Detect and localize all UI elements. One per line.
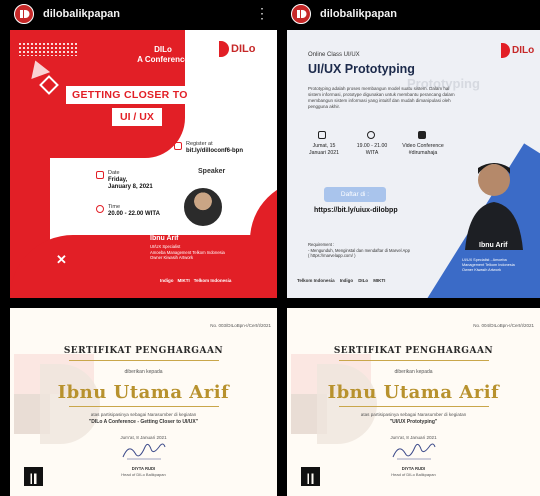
given-to-label: diberikan kepada — [394, 369, 433, 375]
video-camera-icon — [418, 131, 426, 139]
recipient-name: Ibnu Utama Arif — [57, 382, 230, 403]
post-dilo-conference[interactable]: DILo DILo A Conference GETTING CLOSER TO… — [10, 30, 277, 298]
requirements: Requirement : - Mengunduh, Menginstal da… — [308, 242, 410, 259]
date-value: Jumat, 15 Januari 2021 — [309, 143, 339, 156]
speaker-photo — [182, 186, 224, 228]
sponsor-indigo: Indigo — [339, 278, 354, 283]
avatar[interactable] — [291, 4, 311, 24]
register-link[interactable]: https://bit.ly/uiux-dilobpp — [314, 207, 398, 214]
dilo-logo-icon — [297, 10, 307, 18]
signer-name: DIYTA RUDI — [401, 466, 426, 471]
time-info: Time 20.00 - 22.00 WITA — [108, 204, 160, 218]
divider — [338, 406, 489, 407]
register-info: Register at bit.ly/dilloconf6-bpn — [186, 141, 243, 155]
signature — [392, 443, 435, 460]
speaker-name: Ibnu Arif — [150, 235, 179, 242]
certificate-date: Jum'at, 8 Januari 2021 — [120, 435, 167, 440]
event-name: "DILo A Conference - Getting Closer to U… — [88, 419, 199, 425]
online-class-label: Online Class UI/UX — [308, 52, 360, 58]
role-text: atas partisipasinya sebagai Narasumber d… — [360, 412, 467, 417]
speaker-name: Ibnu Arif — [479, 242, 508, 249]
time-value: 19.00 - 21.00 WITA — [356, 143, 388, 156]
divider — [68, 406, 219, 407]
certificate-number: No. 003/DILoBpn-I/Cert/I/2021 — [210, 323, 271, 328]
time-label: Time — [108, 204, 121, 210]
register-label: Register at — [186, 141, 213, 147]
dot-pattern — [18, 42, 78, 56]
dilo-logo: DILo — [501, 40, 540, 60]
red-shape — [250, 180, 277, 298]
divider — [338, 360, 489, 361]
sponsor-indigo: Indigo — [160, 278, 174, 283]
qr-code-icon — [24, 467, 43, 486]
signer-role: Head of DILo Balikpapan — [391, 472, 436, 477]
avatar[interactable] — [14, 4, 34, 24]
signature — [122, 443, 165, 460]
description: Prototyping adalah proses membangun mode… — [308, 86, 455, 109]
given-to-label: diberikan kepada — [124, 369, 163, 375]
post-certificate-conference[interactable]: No. 003/DILoBpn-I/Cert/I/2021 SERTIFIKAT… — [10, 308, 277, 496]
clock-icon — [367, 131, 375, 139]
certificate-date: Jum'at, 8 Januari 2021 — [390, 435, 437, 440]
sponsor-mikti: MIKTI — [373, 278, 386, 283]
username[interactable]: dilobalikpapan — [320, 8, 397, 20]
recipient-name: Ibnu Utama Arif — [327, 382, 500, 403]
more-options-icon[interactable]: ⋮ — [255, 6, 269, 20]
certificate-heading: SERTIFIKAT PENGHARGAAN — [333, 346, 494, 356]
qr-code-icon — [301, 467, 320, 486]
conference-label: DILo A Conference — [137, 45, 189, 64]
post-uiux-prototyping[interactable]: DILo Online Class UI/UX UI/UX Prototypin… — [287, 30, 540, 298]
post-title: UI/UX Prototyping — [308, 62, 415, 76]
calendar-icon — [96, 171, 104, 179]
post-certificate-prototyping[interactable]: No. 004/DILoBpn-I/Cert/I/2021 SERTIFIKAT… — [287, 308, 540, 496]
platform-value: Video Conference #dirumahaja — [402, 143, 444, 156]
divider — [68, 360, 219, 361]
sponsor-logos: Indigo MIKTI Telkom Indonesia — [160, 278, 231, 283]
certificate-number: No. 004/DILoBpn-I/Cert/I/2021 — [473, 323, 534, 328]
register-button[interactable]: Daftar di : — [324, 187, 386, 202]
time-value: 20.00 - 22.00 WITA — [108, 211, 160, 217]
signer-name: DIYTA RUDI — [131, 466, 156, 471]
title-line-2: UI / UX — [112, 108, 162, 126]
clock-icon — [96, 205, 104, 213]
sponsor-dilo: DILo — [358, 278, 369, 283]
role-text: atas partisipasinya sebagai Narasumber d… — [90, 412, 197, 417]
speaker-description: UI/UX Specialist Amoeba Management Telko… — [150, 244, 225, 260]
username[interactable]: dilobalikpapan — [43, 8, 120, 20]
post-header-right: dilobalikpapan — [277, 0, 540, 28]
speaker-description: UI/UX Specialist - Amoeba Management Tel… — [462, 258, 515, 272]
post-header-left: dilobalikpapan ⋮ — [0, 0, 277, 28]
register-link: bit.ly/dilloconf6-bpn — [186, 148, 243, 154]
dilo-logo-icon — [20, 10, 30, 18]
date-value: Friday, January 8, 2021 — [108, 177, 153, 190]
signer-role: Head of DILo Balikpapan — [121, 472, 166, 477]
speaker-label: Speaker — [198, 168, 226, 175]
dilo-logo: DILo — [215, 38, 269, 60]
register-icon — [174, 142, 182, 150]
sponsor-logos: Telkom Indonesia Indigo DILo MIKTI — [297, 278, 385, 283]
sponsor-mikti: MIKTI — [177, 278, 190, 283]
title-line-1: GETTING CLOSER TO — [66, 86, 194, 104]
date-info: Date Friday, January 8, 2021 — [108, 170, 153, 191]
calendar-icon — [318, 131, 326, 139]
speaker-photo — [465, 163, 523, 250]
date-label: Date — [108, 170, 120, 176]
certificate-heading: SERTIFIKAT PENGHARGAAN — [63, 346, 224, 356]
event-name: "UI/UX Prototyping" — [389, 419, 438, 425]
sponsor-telkom: Telkom Indonesia — [297, 278, 335, 283]
sponsor-telkom: Telkom Indonesia — [193, 278, 232, 283]
x-decoration-icon: ✕ — [56, 252, 67, 267]
